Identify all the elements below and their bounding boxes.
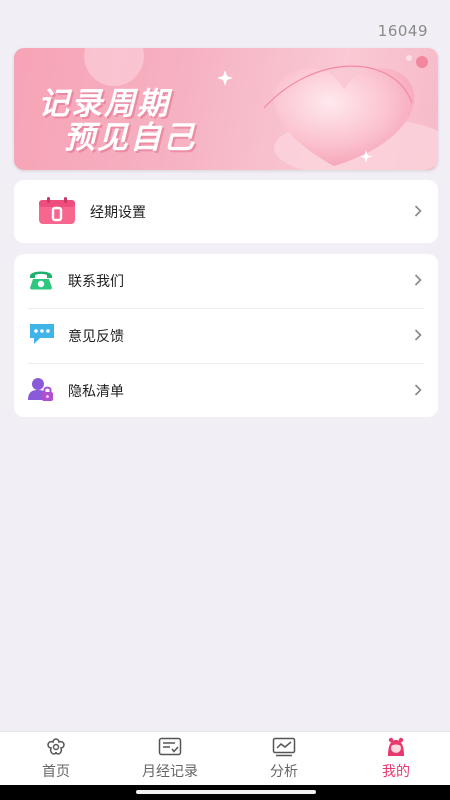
tab-home[interactable]: 首页 [28,732,84,786]
system-home-indicator-area [0,785,450,800]
chart-monitor-icon [272,737,296,757]
chevron-right-icon [414,272,422,291]
status-id-number: 16049 [377,22,428,40]
chat-bubble-icon [28,322,56,350]
record-icon [158,737,182,757]
tab-label: 分析 [270,764,298,780]
tab-period-record[interactable]: 月经记录 [130,732,210,786]
period-settings-row[interactable]: 经期设置 [14,180,438,243]
menu-item-label: 联系我们 [68,274,124,290]
chevron-right-icon [414,382,422,401]
tab-label: 月经记录 [142,764,198,780]
promo-banner[interactable]: 记录周期 预见自己 [14,48,438,170]
settings-menu-card: 联系我们 意见反馈 隐私清单 [14,254,438,417]
chevron-right-icon [414,327,422,346]
tab-label: 我的 [382,764,410,780]
menu-item-contact-us[interactable]: 联系我们 [14,254,438,308]
menu-item-privacy-list[interactable]: 隐私清单 [14,364,438,418]
home-indicator-bar[interactable] [136,790,316,794]
tab-analysis[interactable]: 分析 [256,732,312,786]
calendar-icon [38,197,76,229]
tab-label: 首页 [42,764,70,780]
banner-title-line2: 预见自己 [64,120,196,156]
period-settings-label: 经期设置 [90,204,146,221]
menu-item-label: 意见反馈 [68,329,124,345]
tab-mine[interactable]: 我的 [368,732,424,786]
flower-home-icon [45,737,67,757]
profile-icon [385,737,407,757]
user-lock-icon [28,377,54,405]
phone-icon [28,268,54,294]
menu-item-label: 隐私清单 [68,384,124,400]
period-settings-card: 经期设置 [14,180,438,243]
chevron-right-icon [414,202,422,221]
menu-item-feedback[interactable]: 意见反馈 [14,309,438,363]
bottom-tab-bar: 首页 月经记录 分析 我的 [0,731,450,785]
